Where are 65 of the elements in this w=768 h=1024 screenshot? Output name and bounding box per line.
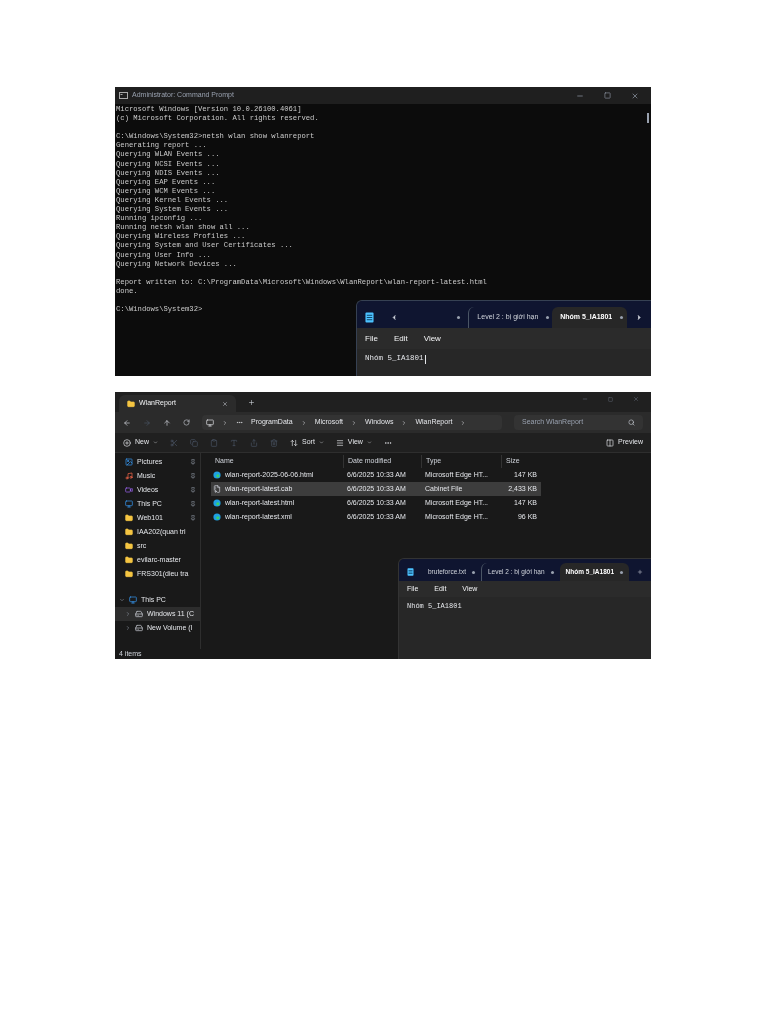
caret-icon xyxy=(366,440,372,445)
menu-item[interactable]: Edit xyxy=(393,332,408,345)
scroll-right-icon[interactable] xyxy=(634,313,643,322)
paste-icon[interactable] xyxy=(210,438,218,447)
caret-icon xyxy=(318,440,324,445)
videos-icon xyxy=(125,486,133,494)
folder-icon xyxy=(125,556,133,564)
sort-icon xyxy=(290,438,298,447)
music-icon xyxy=(125,472,133,480)
preview-pane-icon xyxy=(606,438,615,447)
text-cursor xyxy=(424,354,426,364)
up-icon[interactable] xyxy=(163,418,171,427)
pin-icon xyxy=(190,459,196,465)
notepad-icon xyxy=(365,312,374,323)
delete-icon[interactable] xyxy=(270,438,278,447)
drive-icon xyxy=(135,624,143,632)
pictures-icon xyxy=(125,458,133,466)
computer-icon xyxy=(206,418,214,427)
caret-icon xyxy=(153,440,158,445)
rename-icon[interactable] xyxy=(230,438,238,447)
view-icon xyxy=(335,438,344,447)
drive-icon xyxy=(135,610,143,618)
scrollbar-thumb[interactable] xyxy=(647,113,649,123)
refresh-icon[interactable] xyxy=(183,419,190,426)
folder-icon xyxy=(125,542,133,550)
copy-icon[interactable] xyxy=(190,438,198,447)
pin-icon xyxy=(190,515,196,521)
search-icon xyxy=(628,419,635,426)
menu-item[interactable]: File xyxy=(365,332,378,345)
chevron-icon xyxy=(351,419,358,426)
chevron-icon xyxy=(300,419,307,426)
chevron-icon xyxy=(460,419,467,426)
archive-file-icon xyxy=(213,485,221,493)
plus-icon xyxy=(123,438,131,447)
folder-icon xyxy=(127,399,135,408)
expand-chevron-icon[interactable] xyxy=(125,625,131,631)
close-icon[interactable] xyxy=(631,91,639,100)
pin-icon xyxy=(190,487,196,493)
new-tab-icon[interactable] xyxy=(637,569,643,575)
browser-file-icon xyxy=(213,471,221,479)
maximize-icon[interactable] xyxy=(608,396,613,402)
menu-item[interactable]: View xyxy=(423,332,441,345)
scroll-left-icon[interactable] xyxy=(390,313,399,322)
share-icon[interactable] xyxy=(250,438,258,447)
chevron-icon xyxy=(401,419,408,426)
minimize-icon[interactable] xyxy=(582,396,588,402)
collapse-chevron-icon[interactable] xyxy=(119,597,125,603)
folder-icon xyxy=(125,528,133,536)
folder-icon xyxy=(125,514,133,522)
close-icon[interactable] xyxy=(633,396,639,402)
terminal-icon xyxy=(119,92,128,99)
computer-icon xyxy=(129,596,137,604)
notepad-icon xyxy=(407,568,414,576)
forward-icon[interactable] xyxy=(143,418,151,427)
pin-icon xyxy=(190,501,196,507)
pin-icon xyxy=(190,473,196,479)
maximize-icon[interactable] xyxy=(604,92,611,99)
close-tab-icon[interactable] xyxy=(222,400,228,407)
expand-chevron-icon[interactable] xyxy=(125,611,131,617)
folder-icon xyxy=(125,570,133,578)
back-icon[interactable] xyxy=(123,418,131,427)
cut-icon[interactable] xyxy=(170,438,178,447)
new-tab-icon[interactable] xyxy=(248,398,255,406)
chevron-icon xyxy=(222,419,228,426)
computer-icon xyxy=(125,500,133,508)
